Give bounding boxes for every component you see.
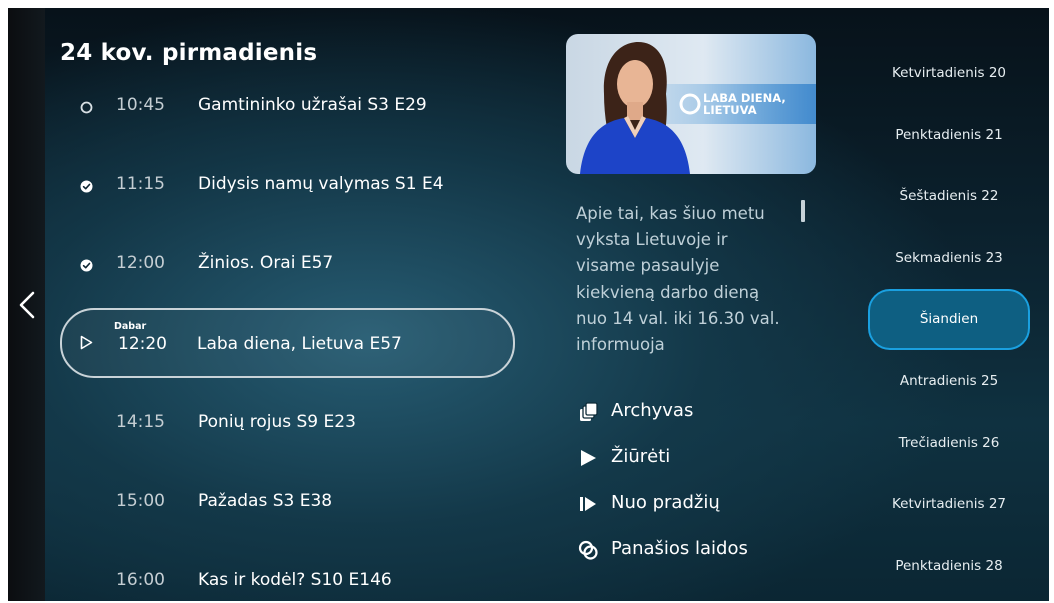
day-item[interactable]: Penktadienis 21 [868, 115, 1030, 155]
program-time: 12:20 [118, 334, 167, 354]
day-item[interactable]: Trečiadienis 26 [868, 423, 1030, 463]
watched-check-icon [80, 180, 93, 193]
chevron-left-icon[interactable] [14, 290, 40, 320]
program-row-current[interactable]: Dabar 12:20 Laba diena, Lietuva E57 [60, 308, 515, 378]
program-time: 11:15 [116, 174, 165, 194]
program-time: 10:45 [116, 95, 165, 115]
program-row[interactable]: 14:15 Ponių rojus S9 E23 [60, 395, 515, 455]
back-navigation-bar[interactable] [8, 8, 45, 601]
program-time: 15:00 [116, 491, 165, 511]
program-title: Didysis namų valymas S1 E4 [198, 174, 444, 194]
program-title: Kas ir kodėl? S10 E146 [198, 570, 392, 590]
page-title: 24 kov. pirmadienis [60, 40, 318, 66]
play-icon [581, 450, 596, 466]
program-row[interactable]: 11:15 Didysis namų valymas S1 E4 [60, 157, 515, 217]
day-item[interactable]: Ketvirtadienis 20 [868, 53, 1030, 93]
program-title: Žinios. Orai E57 [198, 253, 334, 273]
archive-icon [580, 402, 598, 421]
day-item[interactable]: Ketvirtadienis 27 [868, 484, 1030, 524]
day-item[interactable]: Šeštadienis 22 [868, 176, 1030, 216]
archive-label: Archyvas [611, 400, 694, 421]
program-row[interactable]: 16:00 Kas ir kodėl? S10 E146 [60, 553, 515, 601]
play-from-start-icon [580, 497, 596, 511]
program-thumbnail: LABA DIENA, LIETUVA [566, 34, 816, 174]
program-row[interactable]: 12:00 Žinios. Orai E57 [60, 236, 515, 296]
play-outline-icon [80, 335, 93, 350]
watch-label: Žiūrėti [611, 446, 671, 467]
now-badge: Dabar [114, 321, 147, 332]
from-start-label: Nuo pradžių [611, 492, 720, 513]
program-time: 16:00 [116, 570, 165, 590]
not-watched-icon [80, 101, 93, 114]
program-description: Apie tai, kas šiuo metu vyksta Lietuvoje… [576, 204, 780, 355]
program-title: Ponių rojus S9 E23 [198, 412, 356, 432]
program-row[interactable]: 15:00 Pažadas S3 E38 [60, 474, 515, 534]
program-title: Laba diena, Lietuva E57 [197, 334, 402, 354]
similar-shows-label: Panašios laidos [611, 538, 748, 559]
program-title: Pažadas S3 E38 [198, 491, 333, 511]
similar-shows-icon [578, 540, 598, 560]
show-logo-text: LABA DIENA, LIETUVA [703, 91, 786, 117]
day-item-today[interactable]: Šiandien [868, 289, 1030, 350]
description-scrollbar[interactable] [801, 200, 805, 222]
program-time: 14:15 [116, 412, 165, 432]
program-time: 12:00 [116, 253, 165, 273]
day-item[interactable]: Penktadienis 28 [868, 546, 1030, 586]
program-title: Gamtininko užrašai S3 E29 [198, 95, 427, 115]
day-item[interactable]: Sekmadienis 23 [868, 238, 1030, 278]
tv-guide-screen: 24 kov. pirmadienis 10:45 Gamtininko užr… [8, 8, 1049, 601]
watched-check-icon [80, 259, 93, 272]
day-item[interactable]: Antradienis 25 [868, 361, 1030, 401]
program-row[interactable]: 10:45 Gamtininko užrašai S3 E29 [60, 78, 515, 138]
